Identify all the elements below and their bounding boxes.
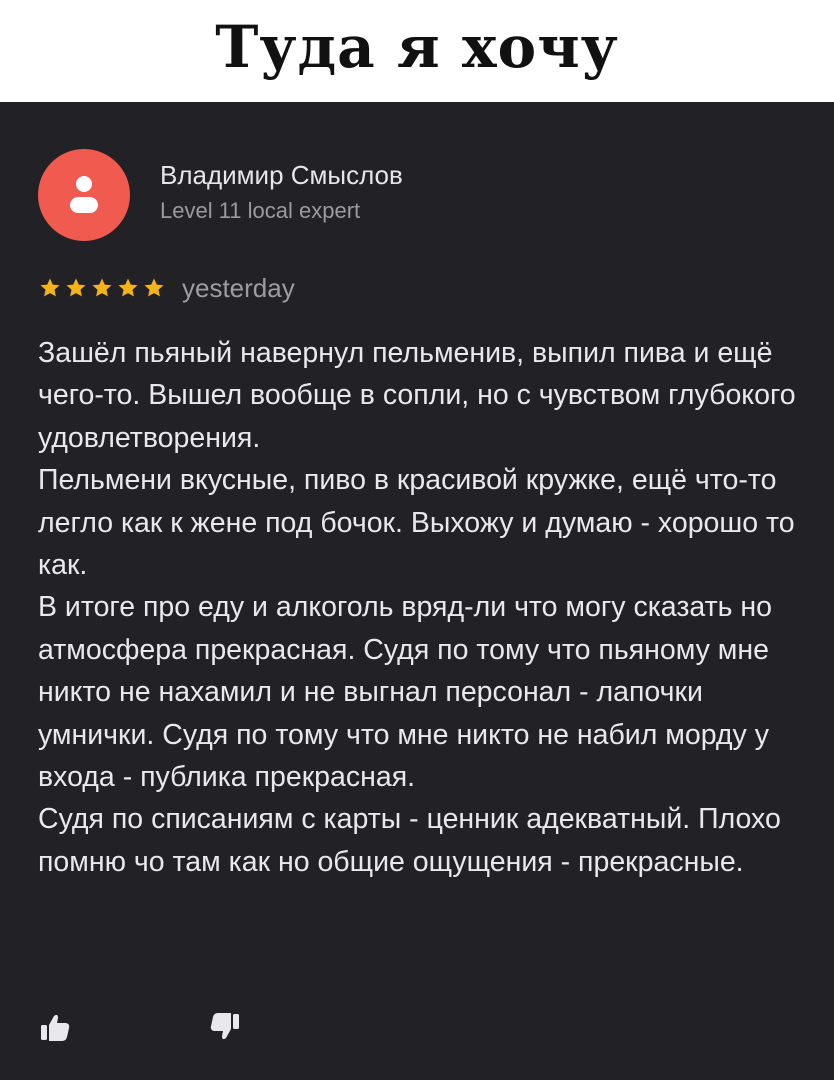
review-date: yesterday <box>182 273 295 303</box>
review-paragraph: Судя по списаниям с карты - ценник адекв… <box>38 803 781 878</box>
review-paragraph: Пельмени вкусные, пиво в красивой кружке… <box>38 464 795 582</box>
meme-title: Туда я хочу <box>215 13 619 81</box>
review-paragraph: Зашёл пьяный навернул пельменив, выпил п… <box>38 337 796 454</box>
author-name[interactable]: Владимир Смыслов <box>160 159 403 191</box>
author-level: Level 11 local expert <box>160 198 361 223</box>
dislike-button[interactable] <box>206 1008 244 1046</box>
user-avatar[interactable] <box>38 149 130 241</box>
review-card: Владимир Смыслов Level 11 local expert y… <box>0 102 834 1080</box>
author-info: Владимир Смыслов Level 11 local expert <box>160 149 403 225</box>
review-text: Зашёл пьяный навернул пельменив, выпил п… <box>38 332 798 883</box>
review-author: Владимир Смыслов Level 11 local expert <box>38 149 403 241</box>
thumbs-up-icon <box>41 1014 70 1041</box>
star-rating <box>38 276 166 300</box>
review-paragraph: В итоге про еду и алкоголь вряд-ли что м… <box>38 591 773 794</box>
review-actions <box>36 1008 244 1046</box>
rating-row: yesterday <box>38 272 295 304</box>
star-icon <box>144 278 164 297</box>
thumbs-down-icon <box>210 1013 239 1040</box>
meme-header: Туда я хочу <box>0 0 834 102</box>
star-icon <box>66 278 86 297</box>
star-icon <box>40 278 60 297</box>
star-icon <box>118 278 138 297</box>
user-icon <box>70 176 98 213</box>
star-icon <box>92 278 112 297</box>
like-button[interactable] <box>36 1008 74 1046</box>
